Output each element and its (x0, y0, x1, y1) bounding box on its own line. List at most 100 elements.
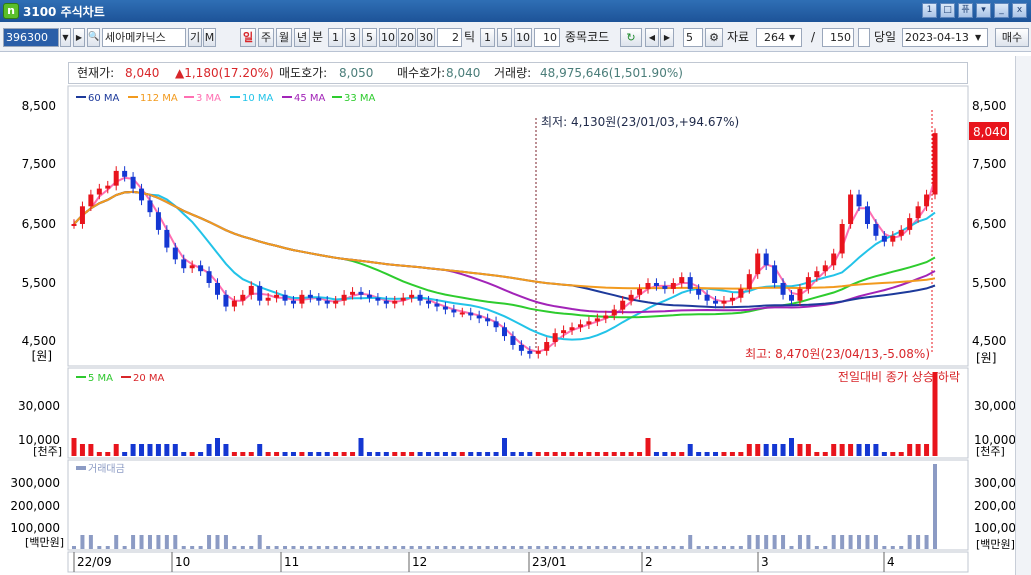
amount-bar (814, 546, 819, 549)
volume-bar (426, 452, 432, 456)
amount-bar (215, 535, 220, 549)
volume-bar (898, 452, 904, 456)
candle-body (257, 285, 263, 301)
x-tick-label: 12 (412, 555, 427, 569)
amount-bar (629, 546, 634, 549)
candle-body (856, 194, 862, 207)
candle-body (653, 283, 659, 286)
candle-body (189, 265, 195, 269)
volume-bar (215, 438, 220, 456)
volume-bar (864, 444, 870, 456)
amount-bar (519, 546, 524, 549)
candle-body (738, 288, 744, 298)
volume-bar (240, 452, 246, 456)
legend-ma10: 10 MA (242, 93, 274, 104)
candle-body (248, 285, 254, 295)
volume-bar (932, 372, 938, 456)
volume-bar (670, 452, 676, 456)
candle-body (831, 253, 837, 266)
candle-body (603, 315, 609, 319)
volume-bar (561, 452, 567, 456)
volume-bar (924, 444, 930, 456)
volume-bar (189, 452, 195, 456)
amount-bar (299, 546, 304, 549)
volume-bar (442, 452, 448, 456)
candle-body (366, 294, 372, 298)
candle-body (341, 294, 347, 301)
amount-bar (418, 546, 423, 549)
amount-bar (468, 546, 473, 549)
volume-bar (780, 444, 786, 456)
candle-body (375, 297, 381, 301)
amount-bar (502, 546, 507, 549)
legend-ma45: 45 MA (294, 93, 326, 104)
candle-body (164, 229, 170, 248)
volume-bar (451, 452, 457, 456)
x-tick-label: 11 (284, 555, 299, 569)
volume-bar (805, 444, 811, 456)
amount-bar (460, 546, 465, 549)
amount-bar (890, 546, 895, 549)
y-tick-label: 5,500 (22, 276, 56, 290)
x-tick-label: 10 (175, 555, 190, 569)
amount-bar (207, 535, 212, 549)
volume-bar (113, 444, 119, 456)
amount-bar (80, 535, 85, 549)
amount-bar (97, 546, 102, 549)
amount-bar (198, 546, 203, 549)
amount-bar (375, 546, 380, 549)
candle-body (687, 277, 693, 289)
amount-bar (570, 546, 575, 549)
volume-bar (637, 452, 643, 456)
volume-bar (527, 452, 533, 456)
amount-bar (114, 535, 119, 549)
volume-bar (502, 438, 507, 456)
legend-ma112: 112 MA (140, 93, 178, 104)
candle-body (426, 300, 432, 304)
amount-bar (105, 546, 110, 549)
right-side-panel[interactable] (1015, 56, 1031, 575)
volume-bar (400, 452, 406, 456)
amount-bar (173, 535, 178, 549)
candle-body (755, 253, 761, 275)
candle-body (265, 297, 271, 301)
volume-bar (746, 444, 752, 456)
amount-bar (654, 546, 659, 549)
amount-bar (696, 546, 701, 549)
x-tick-label: 3 (761, 555, 769, 569)
volume-bar (814, 452, 820, 456)
candle-body (510, 336, 516, 345)
volume-bar (383, 452, 389, 456)
candle-body (679, 277, 685, 283)
stock-chart[interactable]: 8,500 7,500 6,500 5,500 4,500 [원] 8,500 … (0, 0, 1015, 575)
amount-tick-label: 300,000 (974, 476, 1015, 490)
volume-bar (105, 452, 111, 456)
candle-body (502, 327, 507, 337)
volume-bar (620, 452, 626, 456)
candle-body (864, 206, 870, 224)
amount-bar (190, 546, 195, 549)
volume-bar (350, 452, 356, 456)
amount-bar (553, 546, 558, 549)
candle-body (915, 206, 921, 219)
volume-bar (577, 452, 583, 456)
candle-body (282, 294, 288, 301)
volume-bar (198, 452, 204, 456)
volume-bar (392, 452, 398, 456)
volume-bar (696, 452, 702, 456)
volume-note: 전일대비 종가 상승/하락 (838, 370, 960, 384)
candle-body (873, 224, 879, 236)
candle-body (822, 265, 828, 272)
amount-bar (823, 546, 828, 549)
candle-body (215, 283, 220, 295)
candle-body (814, 271, 820, 278)
volume-bar (729, 452, 735, 456)
amount-legend: 거래대금 (88, 463, 125, 475)
legend-ma60: 60 MA (88, 93, 120, 104)
volume-bar (164, 444, 170, 456)
volume-bar (248, 452, 254, 456)
candle-body (400, 297, 406, 301)
volume-bar (628, 452, 634, 456)
candle-body (333, 300, 339, 304)
amount-bar (679, 546, 684, 549)
